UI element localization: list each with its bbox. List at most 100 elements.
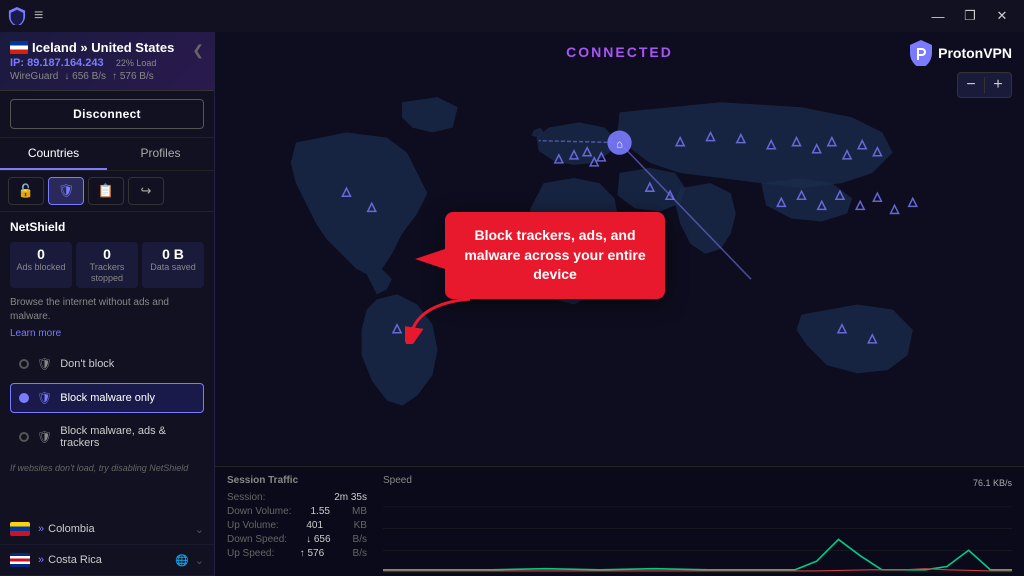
route-text: Iceland » United States	[32, 40, 174, 55]
data-saved-label: Data saved	[148, 262, 198, 273]
netshield-description: Browse the internet without ads and malw…	[10, 296, 204, 324]
down-speed-value: ↓ 656	[306, 534, 330, 545]
filter-icons-bar: 🔓 🛡 📋 ↪	[0, 171, 214, 212]
filter-profiles-button[interactable]: 📋	[88, 177, 124, 205]
ip-address: 89.187.164.243	[27, 57, 103, 69]
colombia-flag	[10, 522, 30, 536]
close-button[interactable]: ✕	[988, 5, 1016, 27]
country-item-colombia[interactable]: » Colombia ⌄	[0, 514, 214, 545]
learn-more-link[interactable]: Learn more	[10, 328, 204, 339]
minimize-button[interactable]: —	[924, 5, 952, 27]
disconnect-section: Disconnect	[0, 91, 214, 138]
connection-meta: WireGuard ↓ 656 B/s ↑ 576 B/s	[10, 71, 192, 82]
up-volume-label: Up Volume:	[227, 520, 279, 531]
main-layout: Iceland » United States IP: 89.187.164.2…	[0, 32, 1024, 576]
radio-dot-no-block	[19, 359, 29, 369]
malware-only-label: Block malware only	[60, 392, 155, 404]
ads-blocked-number: 0	[16, 246, 66, 262]
data-saved-number: 0 B	[148, 246, 198, 262]
session-row: Session: 2m 35s	[227, 492, 367, 503]
connected-status: CONNECTED	[566, 44, 673, 60]
shield-full-icon: 🛡	[37, 430, 52, 444]
colombia-name: Colombia	[48, 523, 195, 535]
ads-blocked-label: Ads blocked	[16, 262, 66, 273]
globe-icon: 🌐	[175, 554, 189, 567]
session-value: 2m 35s	[334, 492, 367, 503]
connection-header: Iceland » United States IP: 89.187.164.2…	[0, 32, 214, 91]
radio-dot-malware-only	[19, 393, 29, 403]
option-malware-ads[interactable]: 🛡 Block malware, ads & trackers	[10, 417, 204, 457]
netshield-stats: 0 Ads blocked 0 Trackers stopped 0 B Dat…	[10, 242, 204, 288]
down-volume-row: Down Volume: 1.55 MB	[227, 506, 367, 517]
speed-panel: Speed 76.1 KB/s 60 Seconds	[383, 475, 1012, 568]
down-speed: ↓ 656 B/s	[64, 71, 106, 82]
connection-ip: IP: 89.187.164.243 22% Load	[10, 57, 192, 69]
feature-popup-text: Block trackers, ads, and malware across …	[464, 227, 645, 282]
trackers-label: Trackers stopped	[82, 262, 132, 284]
proton-logo-text: ProtonVPN	[938, 45, 1012, 61]
map-panel: CONNECTED ProtonVPN − +	[215, 32, 1024, 576]
speed-peak: 76.1 KB/s	[973, 478, 1012, 488]
up-speed-unit: B/s	[353, 548, 367, 559]
up-speed-row: Up Speed: ↑ 576 B/s	[227, 548, 367, 559]
zoom-in-button[interactable]: +	[985, 73, 1011, 97]
up-speed-label: Up Speed:	[227, 548, 274, 559]
protocol-text: WireGuard	[10, 71, 58, 82]
disconnect-button[interactable]: Disconnect	[10, 99, 204, 129]
country-item-costa-rica[interactable]: » Costa Rica 🌐 ⌄	[0, 545, 214, 576]
title-bar-left: ≡	[8, 7, 43, 25]
down-speed-row: Down Speed: ↓ 656 B/s	[227, 534, 367, 545]
tabs-container: Countries Profiles	[0, 138, 214, 171]
tab-profiles[interactable]: Profiles	[107, 138, 214, 170]
shield-malware-icon: 🛡	[37, 391, 52, 405]
colombia-arrow-icon: »	[38, 523, 44, 535]
up-volume-unit: KB	[354, 520, 367, 531]
netshield-warning: If websites don't load, try disabling Ne…	[10, 463, 204, 473]
stat-data-saved: 0 B Data saved	[142, 242, 204, 288]
title-bar: ≡ — ❐ ✕	[0, 0, 1024, 32]
proton-shield-icon	[910, 40, 932, 66]
tab-countries[interactable]: Countries	[0, 138, 107, 170]
us-flag	[10, 41, 28, 54]
down-volume-value: 1.55	[311, 506, 330, 517]
costa-rica-flag	[10, 553, 30, 567]
filter-more-button[interactable]: ↪	[128, 177, 164, 205]
speed-chart	[383, 494, 1012, 574]
connection-info: Iceland » United States IP: 89.187.164.2…	[10, 40, 192, 82]
popup-arrow-svg	[405, 294, 475, 344]
option-no-block[interactable]: 🛡 Don't block	[10, 349, 204, 379]
sidebar: Iceland » United States IP: 89.187.164.2…	[0, 32, 215, 576]
option-malware-only[interactable]: 🛡 Block malware only	[10, 383, 204, 413]
no-block-label: Don't block	[60, 358, 114, 370]
hamburger-menu[interactable]: ≡	[34, 7, 43, 25]
costa-rica-chevron-icon: ⌄	[195, 554, 204, 567]
feature-popup: Block trackers, ads, and malware across …	[445, 212, 665, 299]
back-chevron-icon[interactable]: ❮	[192, 42, 204, 59]
up-volume-row: Up Volume: 401 KB	[227, 520, 367, 531]
costa-rica-name: Costa Rica	[48, 554, 175, 566]
stat-trackers-stopped: 0 Trackers stopped	[76, 242, 138, 288]
load-text: 22% Load	[116, 58, 157, 68]
window-controls: — ❐ ✕	[924, 5, 1016, 27]
malware-ads-label: Block malware, ads & trackers	[60, 425, 195, 449]
netshield-title: NetShield	[10, 220, 204, 234]
filter-netshield-button[interactable]: 🛡	[48, 177, 84, 205]
up-speed-value: ↑ 576	[300, 548, 324, 559]
shield-off-icon: 🛡	[37, 357, 52, 371]
app-icon	[8, 7, 26, 25]
traffic-title: Session Traffic	[227, 475, 367, 486]
costa-rica-arrow-icon: »	[38, 554, 44, 566]
stat-ads-blocked: 0 Ads blocked	[10, 242, 72, 288]
connection-route: Iceland » United States	[10, 40, 192, 55]
proton-logo: ProtonVPN	[910, 40, 1012, 66]
radio-dot-malware-ads	[19, 432, 29, 442]
netshield-section: NetShield 0 Ads blocked 0 Trackers stopp…	[0, 212, 214, 514]
zoom-out-button[interactable]: −	[958, 73, 984, 97]
down-speed-label: Down Speed:	[227, 534, 287, 545]
ip-label: IP:	[10, 57, 24, 69]
restore-button[interactable]: ❐	[956, 5, 984, 27]
svg-text:⌂: ⌂	[616, 139, 623, 151]
filter-all-button[interactable]: 🔓	[8, 177, 44, 205]
traffic-panel: Session Traffic Session: 2m 35s Down Vol…	[215, 466, 1024, 576]
colombia-chevron-icon: ⌄	[195, 523, 204, 536]
